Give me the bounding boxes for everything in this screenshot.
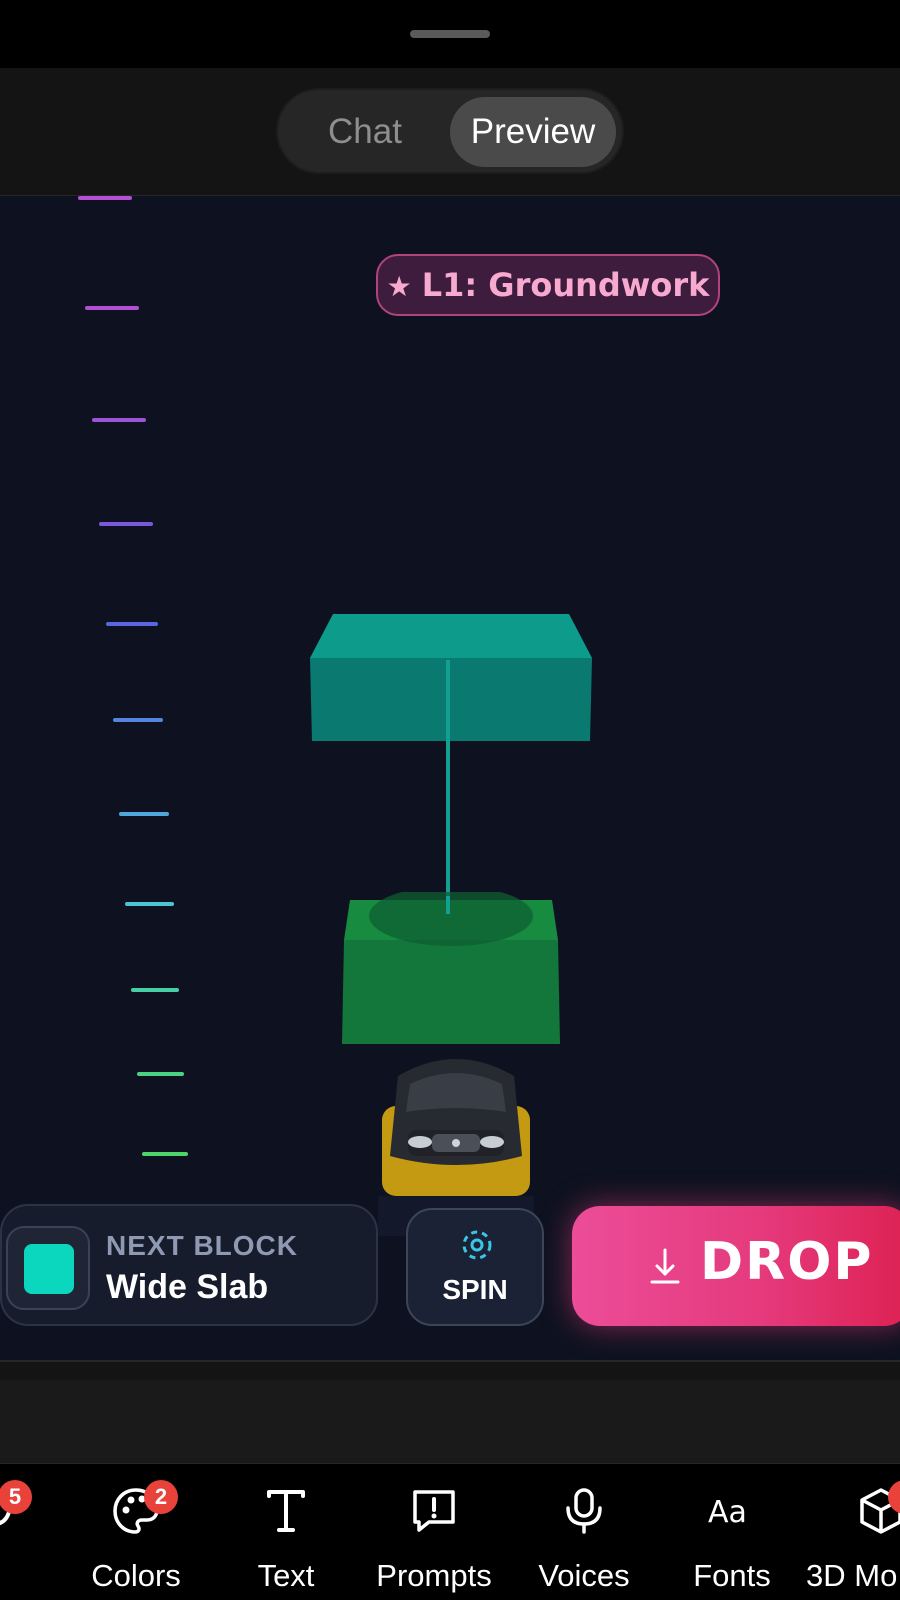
notification-badge: 2 <box>144 1480 178 1514</box>
toolbar-label: 3D Mo <box>806 1558 898 1593</box>
prompt-bubble-icon <box>413 1490 455 1532</box>
height-tick <box>119 812 169 816</box>
toolbar-label: Prompts <box>376 1558 492 1593</box>
height-tick <box>125 902 174 906</box>
microphone-icon <box>566 1488 602 1534</box>
level-badge-label: L1: Groundwork <box>421 266 710 304</box>
height-tick <box>106 622 158 626</box>
next-block-swatch <box>24 1244 74 1294</box>
top-sheet-bar <box>0 0 900 68</box>
toolbar-item-voices[interactable]: Voices <box>528 1464 640 1600</box>
drop-guide-line <box>446 660 450 930</box>
height-tick <box>85 306 139 310</box>
height-tick <box>137 1072 184 1076</box>
drop-target-marker <box>446 896 450 914</box>
toolbar-label: Fonts <box>693 1558 771 1593</box>
level-badge: ★ L1: Groundwork <box>376 254 720 316</box>
spin-label: SPIN <box>442 1274 508 1305</box>
toolbar-label: Voices <box>538 1558 630 1593</box>
fonts-icon: Aa <box>708 1495 747 1530</box>
composer-area[interactable] <box>0 1380 900 1464</box>
tab-preview[interactable]: Preview <box>450 97 616 167</box>
toolbar-item-fonts[interactable]: Aa Fonts <box>680 1464 784 1600</box>
next-block-panel: NEXT BLOCK Wide Slab <box>0 1204 378 1326</box>
drop-label: DROP <box>700 1232 874 1292</box>
sheet-grabber-handle[interactable] <box>410 30 490 38</box>
toolbar-label: X <box>0 1558 10 1594</box>
next-block-name: Wide Slab <box>106 1268 269 1306</box>
toolbar-label: Text <box>257 1558 315 1593</box>
drop-button[interactable]: DROP <box>572 1206 900 1326</box>
placed-block <box>342 892 560 1044</box>
text-icon <box>267 1490 305 1532</box>
svg-text:Aa: Aa <box>708 1495 747 1530</box>
toolbar-item-text[interactable]: Text <box>236 1464 336 1600</box>
download-arrow-icon <box>650 1248 680 1284</box>
height-tick <box>78 196 132 200</box>
tab-chat[interactable]: Chat <box>286 97 444 167</box>
view-toggle: Chat Preview <box>276 88 624 174</box>
height-tick <box>92 418 146 422</box>
preview-bottom-edge <box>0 1360 900 1380</box>
toolbar-item-3d-models[interactable]: 3D Mo <box>804 1464 900 1600</box>
toolbar-label: Colors <box>91 1558 181 1593</box>
height-tick <box>142 1152 188 1156</box>
toolbar-item-prompts[interactable]: Prompts <box>364 1464 504 1600</box>
notification-badge: 5 <box>0 1480 32 1514</box>
next-block-preview <box>6 1226 90 1310</box>
game-preview[interactable]: ★ L1: Groundwork NEXT BLOCK Wide Slab SP… <box>0 196 900 1360</box>
height-tick <box>99 522 153 526</box>
toolbar-item-x[interactable]: 5 X <box>0 1464 40 1600</box>
next-block-label: NEXT BLOCK <box>106 1230 298 1261</box>
toolbar-item-colors[interactable]: 2 Colors <box>80 1464 192 1600</box>
bottom-toolbar: 5 X 2 Colors Text Prompts Voice <box>0 1464 900 1600</box>
star-icon: ★ <box>386 270 412 303</box>
rotate-icon <box>462 1230 492 1260</box>
spin-button[interactable]: SPIN <box>406 1208 544 1326</box>
height-tick <box>113 718 163 722</box>
height-tick <box>131 988 179 992</box>
